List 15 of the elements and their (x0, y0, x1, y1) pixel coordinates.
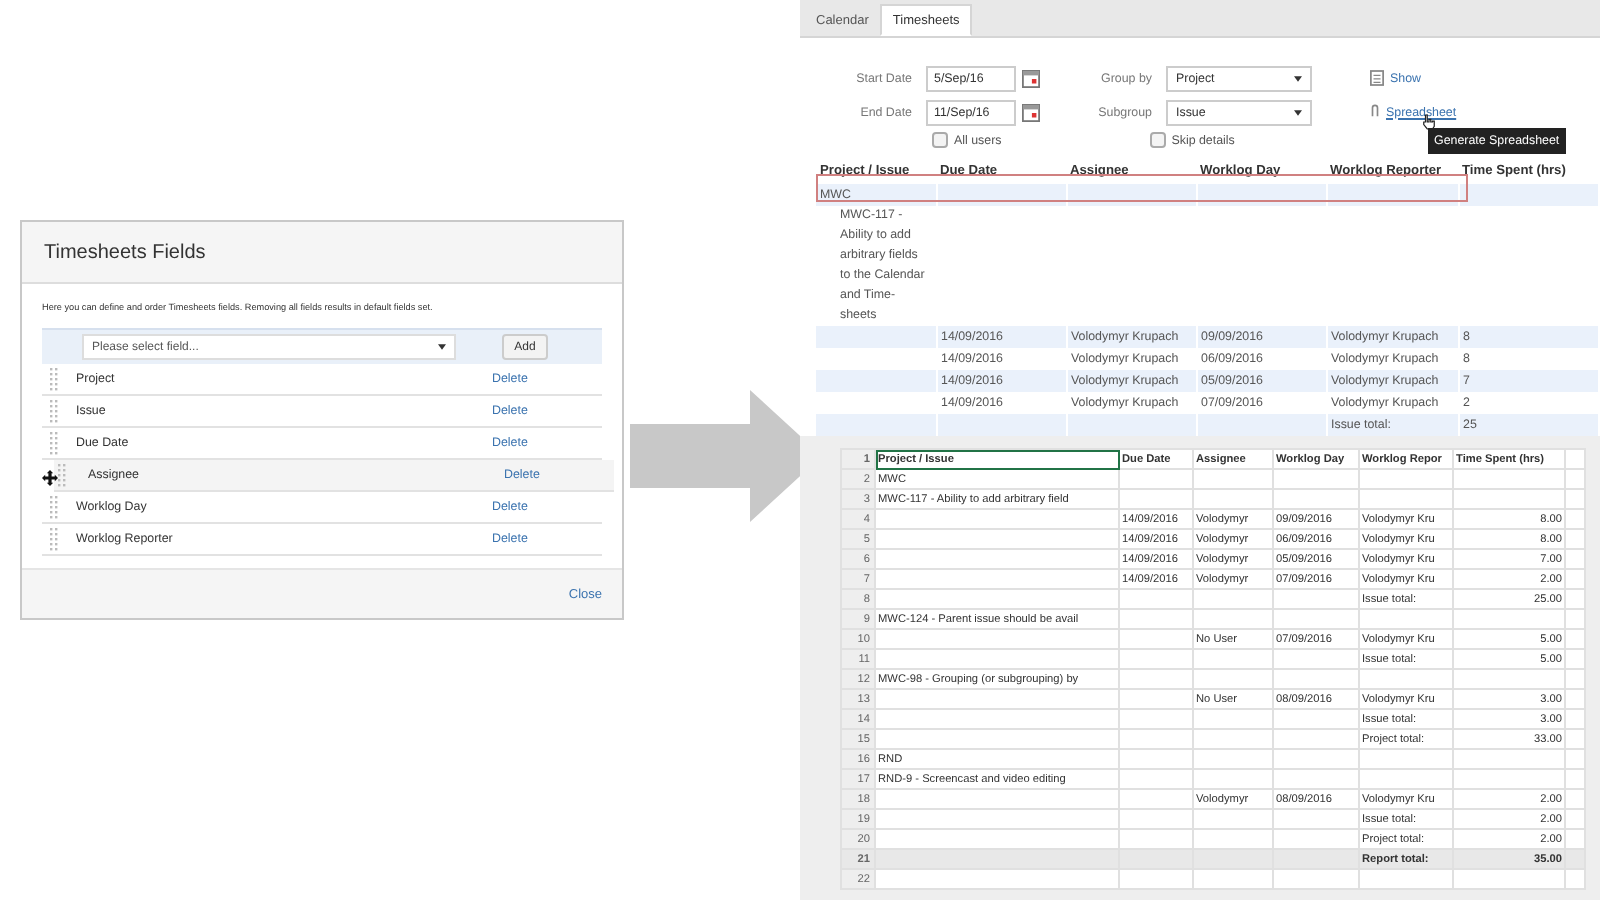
caret-icon (1294, 75, 1302, 81)
drag-handle-icon[interactable] (50, 527, 58, 551)
drag-handle-icon[interactable] (58, 463, 66, 487)
calendar-icon[interactable] (1022, 69, 1040, 87)
move-cursor-icon (42, 470, 58, 486)
document-icon (1370, 70, 1384, 86)
dialog-title: Timesheets Fields (44, 241, 206, 263)
caret-icon (1294, 109, 1302, 115)
drag-handle-icon[interactable] (50, 431, 58, 455)
caret-icon (438, 344, 446, 350)
drag-handle-icon[interactable] (50, 399, 58, 423)
drag-handle-icon[interactable] (50, 495, 58, 519)
paperclip-icon (1370, 104, 1380, 120)
calendar-icon[interactable] (1022, 103, 1040, 121)
drag-handle-icon[interactable] (50, 367, 58, 391)
